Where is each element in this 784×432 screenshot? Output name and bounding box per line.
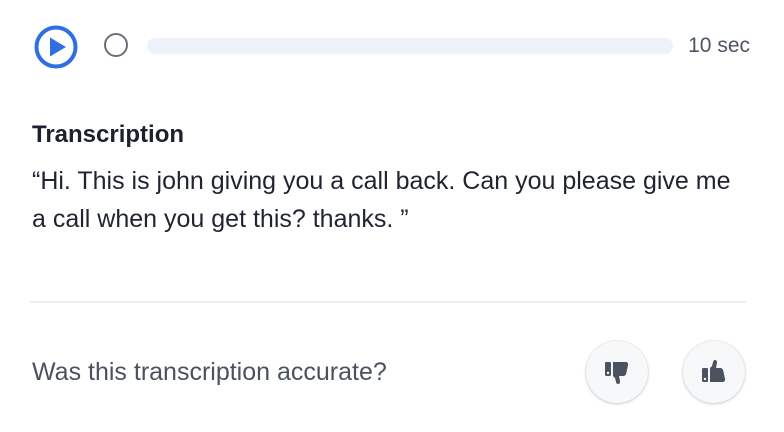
transcription-heading: Transcription [32, 121, 185, 148]
thumbs-down-icon [605, 362, 629, 384]
thumbs-down-button[interactable] [586, 341, 648, 403]
play-icon [34, 25, 78, 69]
duration-label: 10 sec [688, 34, 750, 57]
feedback-question: Was this transcription accurate? [32, 358, 387, 386]
divider [30, 301, 746, 303]
progress-track[interactable] [147, 38, 673, 54]
thumbs-up-button[interactable] [683, 341, 745, 403]
progress-handle[interactable] [104, 33, 128, 57]
play-button[interactable] [34, 25, 78, 69]
transcription-text: “Hi. This is john giving you a call back… [32, 167, 731, 233]
thumbs-up-icon [702, 360, 726, 382]
audio-player: 10 sec [30, 25, 750, 69]
